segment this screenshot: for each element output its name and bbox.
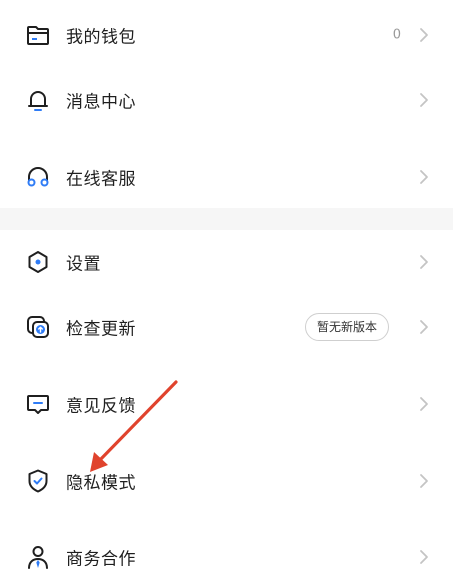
menu-item-messages-label: 消息中心 [66, 92, 136, 113]
section-divider [0, 208, 453, 230]
chevron-right-icon [420, 550, 428, 564]
menu-item-business[interactable]: 商务合作 [0, 527, 453, 587]
chevron-right-icon [420, 170, 428, 184]
chevron-right-icon [420, 397, 428, 411]
chevron-right-icon [420, 320, 428, 334]
menu-item-privacy-label: 隐私模式 [66, 473, 136, 494]
user-tie-icon [28, 546, 48, 569]
chevron-right-icon [420, 474, 428, 488]
menu-item-privacy[interactable]: 隐私模式 [0, 451, 453, 511]
menu-item-support[interactable]: 在线客服 [0, 147, 453, 207]
menu-item-support-label: 在线客服 [66, 169, 136, 190]
menu-item-update-label: 检查更新 [66, 319, 136, 340]
menu-item-wallet-label: 我的钱包 [66, 27, 136, 48]
wallet-balance: 0 [392, 27, 401, 43]
menu-item-messages[interactable]: 消息中心 [0, 70, 453, 130]
menu-item-wallet[interactable]: 我的钱包 0 [0, 5, 453, 65]
menu-item-settings[interactable]: 设置 [0, 232, 453, 292]
shield-check-icon [28, 469, 48, 493]
menu-item-business-label: 商务合作 [66, 549, 136, 570]
menu-item-settings-label: 设置 [66, 254, 101, 275]
menu-item-update[interactable]: 检查更新 暂无新版本 [0, 297, 453, 357]
chevron-right-icon [420, 93, 428, 107]
headset-icon [27, 167, 49, 187]
hexagon-settings-icon [28, 251, 48, 273]
menu-item-feedback-label: 意见反馈 [66, 396, 136, 417]
menu-item-feedback[interactable]: 意见反馈 [0, 374, 453, 434]
chevron-right-icon [420, 255, 428, 269]
chevron-right-icon [420, 28, 428, 42]
wallet-icon [27, 26, 49, 45]
feedback-icon [27, 395, 49, 414]
bell-icon [28, 91, 48, 111]
update-icon [27, 316, 49, 338]
update-status-badge: 暂无新版本 [304, 313, 389, 341]
